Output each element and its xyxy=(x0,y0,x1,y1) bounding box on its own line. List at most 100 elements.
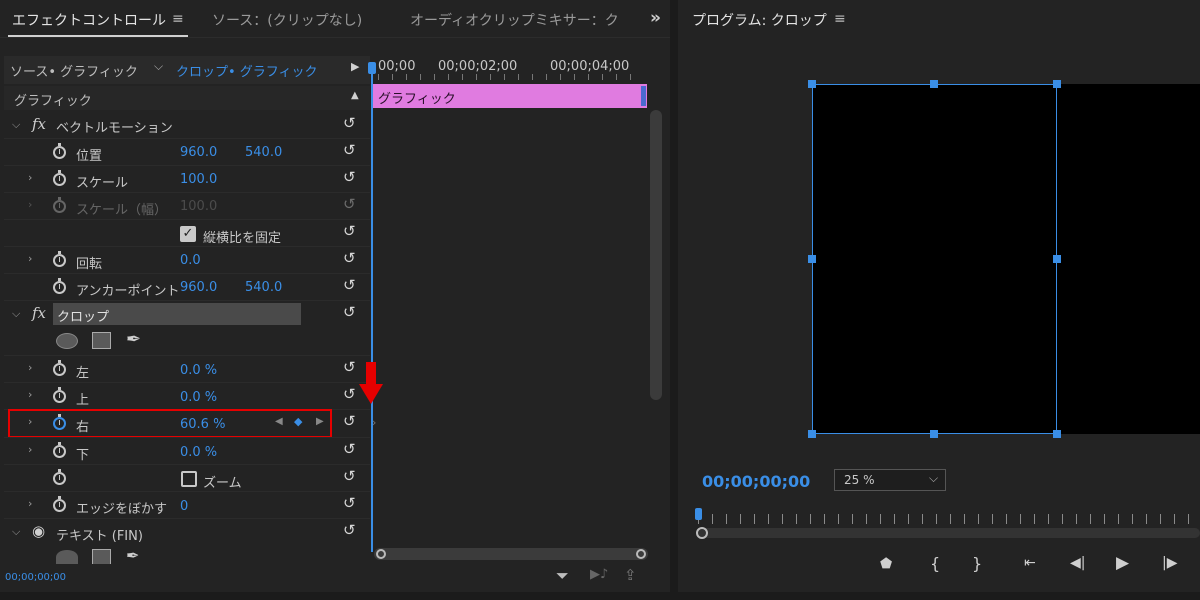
zoom-select[interactable]: 25 % ⌵ xyxy=(834,469,946,491)
reset-icon[interactable]: ↺ xyxy=(343,467,356,485)
zoom-checkbox[interactable] xyxy=(181,471,197,487)
ellipse-mask-icon[interactable] xyxy=(56,333,78,349)
stopwatch-icon[interactable] xyxy=(53,170,66,186)
hamburger-icon[interactable]: ≡ xyxy=(172,11,184,27)
scroll-handle-right[interactable] xyxy=(636,549,646,559)
transform-handle[interactable] xyxy=(808,430,816,438)
time-ruler[interactable]: 00;00 00;00;02;00 00;00;04;00 xyxy=(372,56,648,82)
fx-icon[interactable]: fx xyxy=(32,115,46,133)
reset-icon[interactable]: ↺ xyxy=(343,249,356,267)
reset-icon[interactable]: ↺ xyxy=(343,358,356,376)
play-only-icon[interactable]: ▶ xyxy=(351,60,359,73)
reset-icon[interactable]: ↺ xyxy=(343,168,356,186)
monitor-ruler[interactable] xyxy=(698,514,1200,524)
chevron-right-icon[interactable]: › xyxy=(28,443,32,456)
mark-out-icon[interactable]: } xyxy=(972,554,982,573)
play-icon[interactable]: ▶ xyxy=(1116,553,1129,573)
anchor-x-value[interactable]: 960.0 xyxy=(180,280,217,295)
bounding-box[interactable] xyxy=(812,84,1057,434)
mark-in-icon[interactable]: { xyxy=(930,554,940,573)
transform-handle[interactable] xyxy=(1053,255,1061,263)
transform-handle[interactable] xyxy=(808,255,816,263)
crop-bottom-value[interactable]: 0.0 % xyxy=(180,445,217,460)
reset-icon[interactable]: ↺ xyxy=(343,303,356,321)
clip-label[interactable]: クロップ• グラフィック xyxy=(176,61,318,80)
reset-icon[interactable]: ↺ xyxy=(343,114,356,132)
export-icon[interactable]: ⇪ xyxy=(624,566,637,584)
chevron-right-icon[interactable]: › xyxy=(28,171,32,184)
feather-value[interactable]: 0 xyxy=(180,499,188,514)
clip-bar[interactable]: グラフィック xyxy=(373,84,647,108)
fx-icon[interactable]: fx xyxy=(32,304,46,322)
rectangle-mask-icon[interactable] xyxy=(92,332,111,349)
crop-left-value[interactable]: 0.0 % xyxy=(180,363,217,378)
horizontal-scrollbar[interactable] xyxy=(374,548,648,560)
stopwatch-icon[interactable] xyxy=(53,251,66,267)
tab-audio-mixer[interactable]: オーディオクリップミキサー：クロ xyxy=(410,10,620,30)
stopwatch-icon[interactable] xyxy=(53,143,66,159)
add-marker-icon[interactable]: ⬟ xyxy=(880,556,892,572)
pen-mask-icon[interactable]: ✒ xyxy=(126,329,141,350)
chevron-right-icon[interactable]: › xyxy=(28,361,32,374)
reset-icon[interactable]: ↺ xyxy=(343,521,356,539)
chevron-right-icon[interactable]: › xyxy=(28,497,32,510)
chevron-right-icon[interactable]: › xyxy=(28,252,32,265)
position-y-value[interactable]: 540.0 xyxy=(245,145,282,160)
transform-handle[interactable] xyxy=(930,430,938,438)
chevron-down-icon[interactable]: ⌵ xyxy=(154,59,163,74)
monitor-title[interactable]: プログラム: クロップ xyxy=(692,10,827,30)
transform-handle[interactable] xyxy=(808,80,816,88)
reset-icon[interactable]: ↺ xyxy=(343,222,356,240)
playhead-line[interactable] xyxy=(371,62,373,552)
reset-icon[interactable]: ↺ xyxy=(343,412,356,430)
reset-icon[interactable]: ↺ xyxy=(343,276,356,294)
hamburger-icon[interactable]: ≡ xyxy=(834,11,846,27)
uniform-scale-checkbox[interactable]: ✓ xyxy=(180,226,196,242)
chevron-down-icon[interactable]: ⌵ xyxy=(12,307,20,321)
playhead-handle[interactable] xyxy=(368,62,376,74)
stopwatch-icon[interactable] xyxy=(53,387,66,403)
stopwatch-icon[interactable] xyxy=(53,496,66,512)
stopwatch-icon[interactable] xyxy=(53,278,66,294)
pen-mask-icon[interactable]: ✒ xyxy=(126,546,139,564)
overflow-icon[interactable]: » xyxy=(650,8,661,28)
tab-effect-controls[interactable]: エフェクトコントロール xyxy=(12,10,166,30)
rotation-value[interactable]: 0.0 xyxy=(180,253,201,268)
monitor-playhead[interactable] xyxy=(695,508,702,520)
position-x-value[interactable]: 960.0 xyxy=(180,145,217,160)
effect-row-vector-motion[interactable]: ⌵ fx ベクトルモーション ↺ xyxy=(0,112,372,139)
filter-icon[interactable]: ⏷ xyxy=(556,566,569,586)
vertical-scrollbar-thumb[interactable] xyxy=(650,110,662,400)
transform-handle[interactable] xyxy=(930,80,938,88)
scroll-handle-left[interactable] xyxy=(696,527,708,539)
go-to-in-icon[interactable]: ⇤ xyxy=(1024,555,1036,571)
ellipse-mask-icon[interactable] xyxy=(56,550,78,564)
reset-icon[interactable]: ↺ xyxy=(343,440,356,458)
audio-toggle-icon[interactable]: ▶♪ xyxy=(590,567,608,582)
chevron-right-icon[interactable]: › xyxy=(28,388,32,401)
stopwatch-icon[interactable] xyxy=(53,442,66,458)
effect-row-text[interactable]: ⌵ ◉ テキスト (FIN) ↺ xyxy=(0,519,372,546)
rectangle-mask-icon[interactable] xyxy=(92,549,111,564)
crop-top-value[interactable]: 0.0 % xyxy=(180,390,217,405)
anchor-y-value[interactable]: 540.0 xyxy=(245,280,282,295)
reset-icon[interactable]: ↺ xyxy=(343,385,356,403)
chevron-down-icon[interactable]: ⌵ xyxy=(12,525,20,539)
step-forward-icon[interactable]: |▶ xyxy=(1162,555,1177,571)
monitor-scrollbar[interactable] xyxy=(696,527,1200,539)
scroll-handle-left[interactable] xyxy=(376,549,386,559)
transform-handle[interactable] xyxy=(1053,430,1061,438)
eye-icon[interactable]: ◉ xyxy=(32,522,45,540)
tab-source[interactable]: ソース：(クリップなし) xyxy=(212,10,362,30)
chevron-down-icon[interactable]: ⌵ xyxy=(12,118,20,132)
effect-row-crop[interactable]: ⌵ fx クロップ ↺ xyxy=(0,301,372,328)
reset-icon[interactable]: ↺ xyxy=(343,494,356,512)
collapse-icon[interactable]: ▲ xyxy=(351,90,359,101)
current-timecode[interactable]: 00;00;00;00 xyxy=(5,572,66,583)
step-back-icon[interactable]: ◀| xyxy=(1070,555,1085,571)
stopwatch-icon[interactable] xyxy=(53,469,66,485)
reset-icon[interactable]: ↺ xyxy=(343,141,356,159)
transform-handle[interactable] xyxy=(1053,80,1061,88)
stopwatch-icon[interactable] xyxy=(53,360,66,376)
scale-value[interactable]: 100.0 xyxy=(180,172,217,187)
